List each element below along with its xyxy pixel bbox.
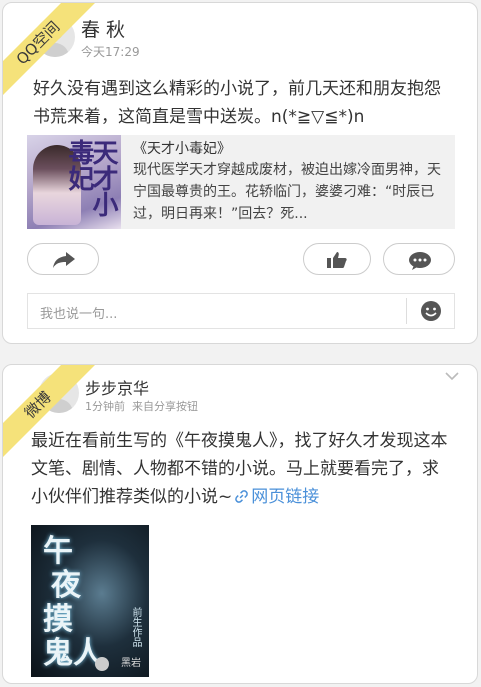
post-text: 好久没有遇到这么精彩的小说了，前几天还和朋友抱怨书荒来着，这简直是雪中送炭。n(… — [33, 79, 441, 127]
qzone-post-card: QQ空间 春 秋 今天17:29 好久没有遇到这么精彩的小说了，前几天还和朋友抱… — [2, 2, 478, 344]
publisher-logo-icon — [95, 657, 109, 671]
cover-title: 天才小毒妃 — [64, 139, 118, 217]
user-name[interactable]: 春 秋 — [81, 15, 125, 42]
image-author: 前生作品 — [130, 607, 141, 647]
web-link-label: 网页链接 — [251, 487, 320, 507]
comment-divider — [406, 298, 407, 324]
link-icon — [235, 490, 249, 503]
user-name[interactable]: 步步京华 — [85, 375, 149, 399]
shared-book-card[interactable]: 天才小毒妃 《天才小毒妃》 现代医学天才穿越成废材，被迫出嫁冷面男神，天宁国最尊… — [27, 135, 455, 229]
comment-button[interactable] — [383, 243, 455, 275]
comment-placeholder: 我也说一句... — [40, 307, 118, 322]
shared-book-description: 现代医学天才穿越成废材，被迫出嫁冷面男神，天宁国最尊贵的王。花轿临门，婆婆刁难：… — [133, 162, 441, 222]
smiley-icon[interactable] — [420, 300, 442, 322]
post-image-book-cover[interactable]: 午 夜 摸 鬼人 前生作品 黑岩 — [31, 525, 149, 677]
image-publisher: 黑岩 — [121, 658, 141, 669]
post-meta: 1分钟前 来自分享按钮 — [85, 398, 198, 414]
share-button[interactable] — [27, 243, 99, 275]
comment-bubble-icon — [409, 252, 431, 270]
web-link[interactable]: 网页链接 — [232, 487, 319, 507]
post-time: 今天17:29 — [81, 45, 140, 59]
thumbs-up-icon — [327, 252, 347, 268]
weibo-post-card: 微博 步步京华 1分钟前 来自分享按钮 最近在看前生写的《午夜摸鬼人》，找了好久… — [2, 364, 478, 684]
post-source[interactable]: 来自分享按钮 — [132, 400, 198, 413]
image-title: 午 夜 摸 鬼人 — [43, 534, 103, 671]
book-cover-image: 天才小毒妃 — [27, 135, 121, 229]
post-time: 1分钟前 — [85, 400, 125, 413]
like-button[interactable] — [303, 243, 371, 275]
share-arrow-icon — [53, 252, 75, 268]
post-text: 最近在看前生写的《午夜摸鬼人》，找了好久才发现这本文笔、剧情、人物都不错的小说。… — [31, 427, 455, 511]
comment-input[interactable]: 我也说一句... — [27, 293, 455, 329]
shared-book-title: 《天才小毒妃》 — [133, 141, 231, 157]
chevron-down-icon[interactable] — [445, 371, 459, 381]
